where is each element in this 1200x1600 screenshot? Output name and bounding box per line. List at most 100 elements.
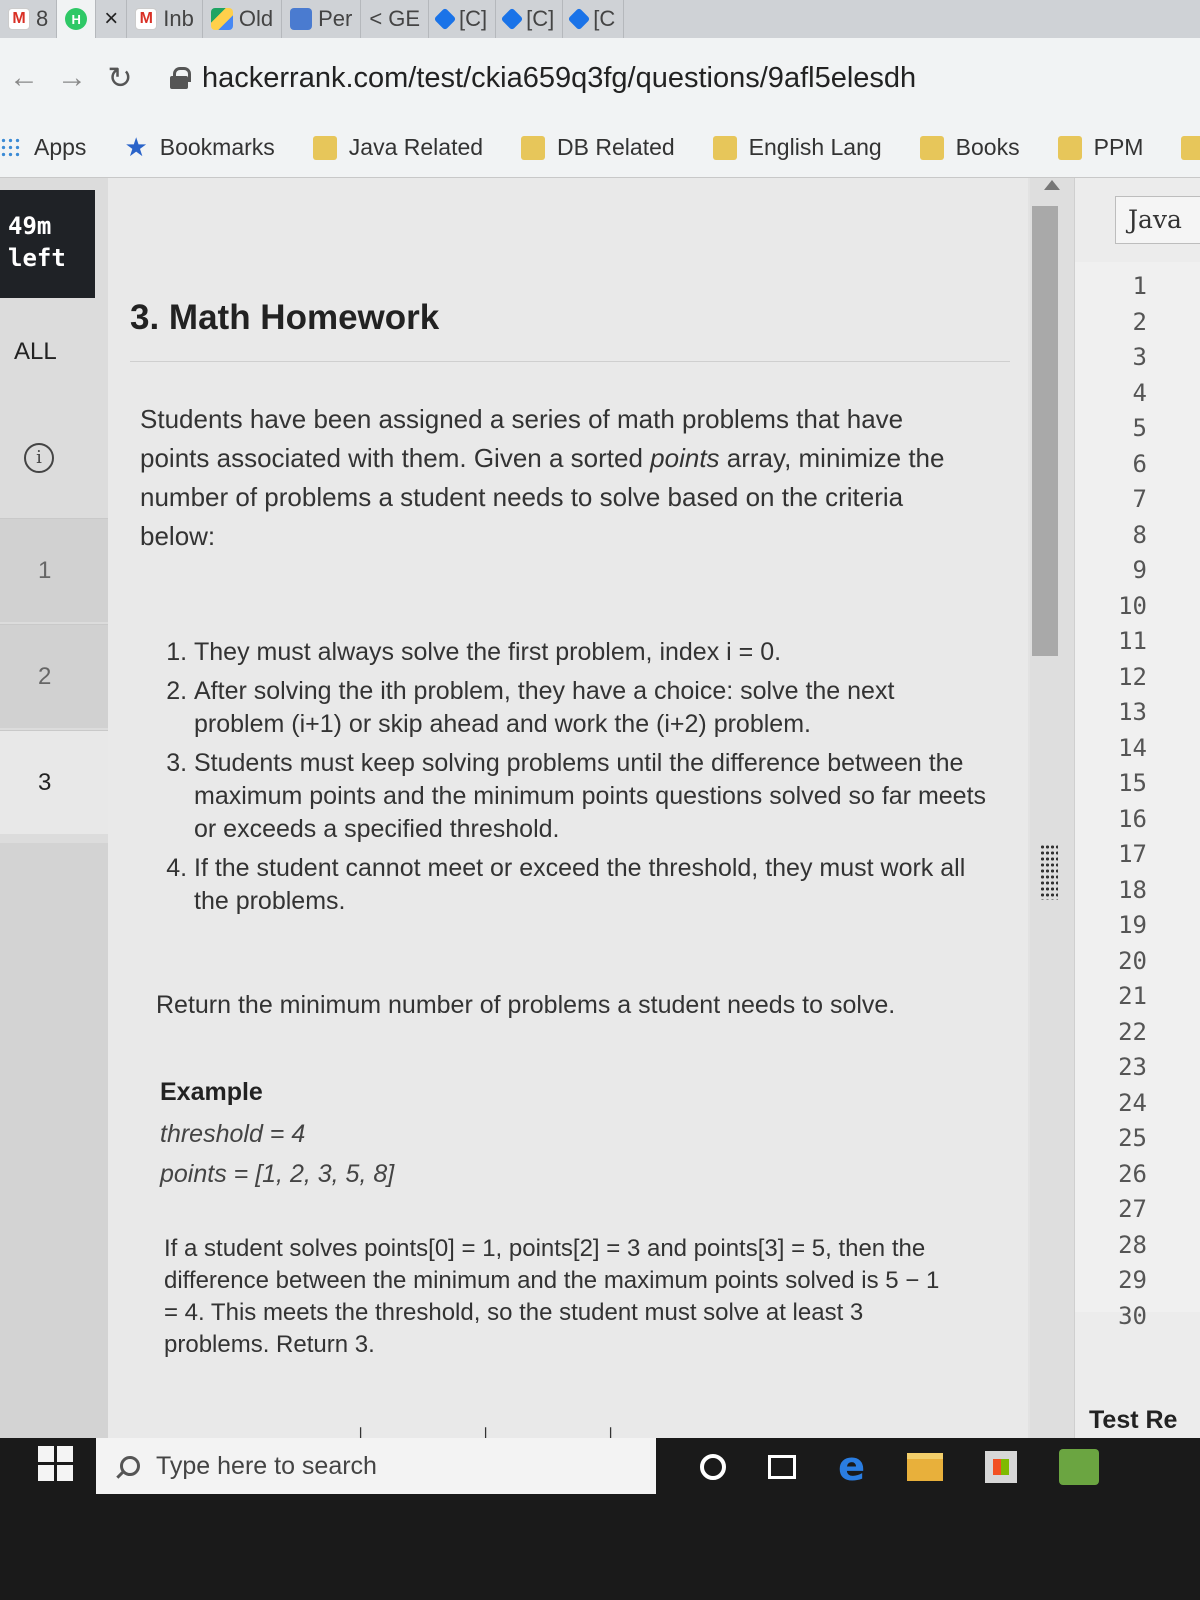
task-view-icon[interactable] xyxy=(768,1455,796,1479)
bookmark-folder-ppm[interactable]: PPM xyxy=(1057,134,1143,161)
bookmark-folder-books[interactable]: Books xyxy=(919,134,1020,161)
bookmark-label: DB Related xyxy=(557,134,675,160)
tab-inbox[interactable]: M Inb xyxy=(127,0,203,38)
criteria-list: They must always solve the first problem… xyxy=(168,636,988,924)
line-number: 29 xyxy=(1118,1266,1147,1294)
screenshot-frame: M8 H × M Inb Old Per < GE [C] [C] [C ← → ↻… xyxy=(0,0,1200,1600)
search-icon xyxy=(120,1456,140,1476)
tab-hackerrank[interactable]: H xyxy=(57,0,97,38)
pinned-app-icon[interactable] xyxy=(1059,1449,1100,1485)
line-number: 18 xyxy=(1118,875,1147,904)
tab-docs[interactable]: Per xyxy=(282,0,362,38)
folder-icon xyxy=(1181,135,1200,160)
forward-button[interactable]: → xyxy=(48,61,96,95)
bookmark-apps[interactable]: Apps xyxy=(0,134,86,161)
reload-button[interactable]: ↻ xyxy=(96,61,144,96)
address-bar[interactable]: hackerrank.com/test/ckia659q3fg/question… xyxy=(170,50,1170,106)
windows-taskbar: Type here to search e xyxy=(0,1438,1200,1600)
diamond-icon xyxy=(567,7,591,31)
line-number: 11 xyxy=(1118,627,1147,655)
line-number: 14 xyxy=(1118,733,1147,762)
info-icon[interactable]: i xyxy=(24,443,54,473)
line-number: 19 xyxy=(1118,911,1147,939)
tab-c3[interactable]: [C xyxy=(563,0,625,38)
tab-drive[interactable]: Old xyxy=(203,0,283,38)
line-number: 25 xyxy=(1118,1124,1147,1152)
bookmark-bookmarks[interactable]: ★ Bookmarks xyxy=(124,132,274,163)
problem-intro: Students have been assigned a series of … xyxy=(140,400,950,556)
line-number: 22 xyxy=(1118,1017,1147,1046)
gmail-icon: M xyxy=(135,8,158,30)
back-icon: < xyxy=(369,6,383,31)
question-title: 3. Math Homework xyxy=(130,298,440,337)
example-points: points = [1, 2, 3, 5, 8] xyxy=(160,1160,395,1188)
scrollbar-thumb[interactable] xyxy=(1032,206,1058,656)
tab-ge[interactable]: < GE xyxy=(361,0,430,38)
edge-browser-icon[interactable]: e xyxy=(838,1444,865,1490)
windows-start-icon[interactable] xyxy=(38,1446,74,1482)
bookmark-folder-db[interactable]: DB Related xyxy=(521,134,675,161)
question-nav-1[interactable]: 1 xyxy=(0,518,108,622)
title-divider xyxy=(130,361,1010,362)
timer-label: left xyxy=(8,244,66,272)
line-number: 16 xyxy=(1118,804,1147,833)
line-number: 6 xyxy=(1132,449,1147,478)
question-navigation-rail: 49m left ALL i 1 2 3 xyxy=(0,178,108,1438)
example-threshold: threshold = 4 xyxy=(160,1120,306,1148)
tab-c1[interactable]: [C] xyxy=(429,0,497,38)
line-number: 1 xyxy=(1132,272,1147,300)
line-number: 27 xyxy=(1118,1195,1147,1223)
language-select[interactable]: Java xyxy=(1115,196,1200,244)
time-remaining: 49m left xyxy=(0,190,95,298)
bookmark-folder-english[interactable]: English Lang xyxy=(712,134,882,161)
bookmark-folder-e[interactable]: E xyxy=(1181,134,1200,161)
line-number-gutter: 1 2 3 4 5 6 7 8 9 10 11 12 13 14 15 16 17 18 19 20 21 22 23 24 2… xyxy=(1075,262,1200,1330)
folder-icon xyxy=(712,135,737,160)
line-number: 24 xyxy=(1118,1088,1147,1117)
line-number: 12 xyxy=(1118,662,1147,691)
example-heading: Example xyxy=(160,1078,263,1106)
close-icon: × xyxy=(104,5,119,32)
line-number: 8 xyxy=(1132,520,1147,549)
pane-resize-handle[interactable] xyxy=(1040,844,1058,900)
tab-label: [C] xyxy=(459,6,488,31)
scroll-up-arrow-icon[interactable] xyxy=(1044,180,1060,190)
apps-grid-icon xyxy=(0,136,22,159)
close-tab-button[interactable]: × xyxy=(96,0,128,38)
line-number: 21 xyxy=(1118,982,1147,1010)
back-button[interactable]: ← xyxy=(0,61,48,95)
search-placeholder: Type here to search xyxy=(156,1451,377,1480)
tab-label: Inb xyxy=(163,6,194,31)
docs-icon xyxy=(290,8,313,30)
question-content: 3. Math Homework Students have been assi… xyxy=(108,178,1028,1451)
tab-c2[interactable]: [C] xyxy=(496,0,564,38)
line-number: 26 xyxy=(1118,1159,1147,1188)
line-number: 3 xyxy=(1132,343,1147,371)
line-number: 17 xyxy=(1118,840,1147,868)
drive-icon xyxy=(210,8,233,30)
bookmark-label: Apps xyxy=(34,134,87,160)
tab-gmail[interactable]: M8 xyxy=(0,0,58,38)
bookmark-folder-java[interactable]: Java Related xyxy=(312,134,483,161)
store-icon[interactable] xyxy=(985,1451,1018,1483)
taskbar-search-input[interactable]: Type here to search xyxy=(96,1438,656,1494)
gmail-icon: M xyxy=(8,8,30,30)
timer-minutes: 49m xyxy=(8,212,52,240)
question-nav-2[interactable]: 2 xyxy=(0,624,108,728)
return-statement: Return the minimum number of problems a … xyxy=(156,991,896,1019)
browser-tabstrip: M8 H × M Inb Old Per < GE [C] [C] [C xyxy=(0,0,1200,38)
url-text: hackerrank.com/test/ckia659q3fg/question… xyxy=(202,61,917,94)
all-questions-link[interactable]: ALL xyxy=(14,338,57,366)
example-explanation: If a student solves points[0] = 1, point… xyxy=(164,1235,940,1358)
file-explorer-icon[interactable] xyxy=(907,1453,944,1481)
question-nav-3[interactable]: 3 xyxy=(0,730,108,834)
content-scrollbar[interactable] xyxy=(1030,178,1074,1438)
cortana-icon[interactable] xyxy=(700,1454,726,1480)
test-results-tab[interactable]: Test Re xyxy=(1089,1406,1177,1435)
line-number: 20 xyxy=(1118,946,1147,975)
line-number: 10 xyxy=(1118,591,1147,620)
line-number: 2 xyxy=(1132,307,1147,336)
bookmarks-bar: Apps ★ Bookmarks Java Related DB Related … xyxy=(0,118,1200,178)
criteria-item: They must always solve the first problem… xyxy=(194,636,988,669)
criteria-item: Students must keep solving problems unti… xyxy=(194,747,988,846)
